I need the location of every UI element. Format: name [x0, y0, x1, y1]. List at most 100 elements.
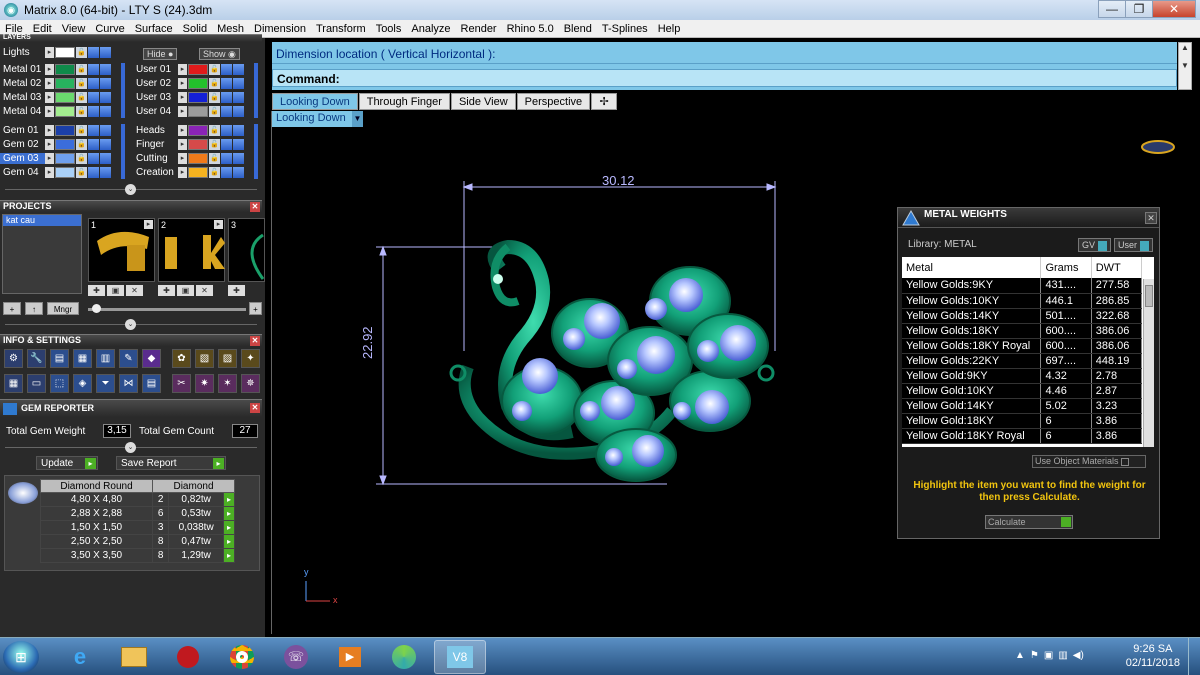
layer-row[interactable]: User 04 ▸ 🔓 [133, 105, 245, 118]
expand-arrow-icon[interactable]: ▸ [45, 153, 54, 164]
lock-icon[interactable]: 🔓 [76, 167, 87, 178]
pave-icon[interactable]: ✵ [241, 374, 260, 393]
expand-arrow-icon[interactable]: ▸ [45, 92, 54, 103]
maximize-button[interactable]: ❐ [1125, 0, 1153, 18]
menu-surface[interactable]: Surface [130, 23, 178, 35]
lock-icon[interactable]: 🔓 [76, 78, 87, 89]
arrow-right-icon[interactable]: ▸ [144, 220, 153, 229]
remove-icon[interactable]: ✕ [196, 285, 213, 296]
volume-icon[interactable]: ◀) [1073, 650, 1084, 661]
menu-tools[interactable]: Tools [371, 23, 407, 35]
table-row[interactable]: 2,88 X 2,88 6 0,53tw ▸ [40, 506, 235, 521]
visibility-toggle[interactable] [88, 106, 99, 117]
visibility-toggle[interactable] [233, 139, 244, 150]
menu-dimension[interactable]: Dimension [249, 23, 311, 35]
layer-row[interactable]: Gem 01 ▸ 🔓 [0, 124, 112, 137]
layer-color-swatch[interactable] [188, 106, 208, 117]
layer-color-swatch[interactable] [55, 167, 75, 178]
close-icon[interactable]: ✕ [250, 202, 260, 212]
layer-row[interactable]: Gem 02 ▸ 🔓 [0, 138, 112, 151]
layer-color-swatch[interactable] [55, 78, 75, 89]
visibility-toggle[interactable] [100, 153, 111, 164]
add-to-scene-icon[interactable]: ✚ [158, 285, 175, 296]
lock-icon[interactable]: 🔓 [209, 78, 220, 89]
use-object-materials-checkbox[interactable]: Use Object Materials [1032, 455, 1146, 468]
show-toggle-button[interactable]: Show ◉ [199, 48, 240, 60]
menu-rhino[interactable]: Rhino 5.0 [502, 23, 559, 35]
visibility-toggle[interactable] [88, 47, 99, 58]
add-project-button[interactable]: + [3, 302, 21, 315]
layer-row[interactable]: Metal 03 ▸ 🔓 [0, 91, 112, 104]
table-row[interactable]: Yellow Golds:9KY 431.... 277.58 [902, 278, 1143, 294]
visibility-toggle[interactable] [221, 167, 232, 178]
visibility-toggle[interactable] [100, 47, 111, 58]
visibility-toggle[interactable] [88, 153, 99, 164]
gem-cut-icon[interactable]: ◈ [73, 374, 92, 393]
visibility-toggle[interactable] [100, 64, 111, 75]
lock-icon[interactable]: 🔓 [209, 167, 220, 178]
visibility-toggle[interactable] [88, 139, 99, 150]
close-icon[interactable]: ✕ [250, 336, 260, 346]
lock-icon[interactable]: 🔓 [209, 106, 220, 117]
report-icon[interactable]: ▤ [142, 374, 161, 393]
expand-arrow-icon[interactable]: ▸ [178, 125, 187, 136]
menu-file[interactable]: File [0, 23, 28, 35]
expand-arrow-icon[interactable]: ▸ [45, 64, 54, 75]
collapse-handle-icon[interactable]: ⌄ [125, 442, 136, 453]
layer-color-swatch[interactable] [188, 125, 208, 136]
menu-tsplines[interactable]: T-Splines [597, 23, 653, 35]
table-scrollbar[interactable] [1143, 279, 1154, 447]
expand-arrow-icon[interactable]: ▸ [178, 106, 187, 117]
layer-color-swatch[interactable] [55, 125, 75, 136]
expand-arrow-icon[interactable]: ▸ [178, 153, 187, 164]
lock-icon[interactable]: 🔓 [76, 47, 87, 58]
cutter-icon[interactable]: ✂ [172, 374, 191, 393]
layer-color-swatch[interactable] [55, 64, 75, 75]
lock-icon[interactable]: 🔓 [76, 106, 87, 117]
table-row[interactable]: 4,80 X 4,80 2 0,82tw ▸ [40, 492, 235, 507]
layer-row-selected[interactable]: Gem 03 ▸ 🔓 [0, 152, 112, 165]
box-icon[interactable]: ⬚ [50, 374, 69, 393]
prong-icon[interactable]: ✶ [218, 374, 237, 393]
matrix-taskbar-icon[interactable]: V8 [434, 640, 486, 674]
filter-icon[interactable]: ⏷ [96, 374, 115, 393]
layer-color-swatch[interactable] [55, 139, 75, 150]
visibility-toggle[interactable] [100, 167, 111, 178]
menu-view[interactable]: View [57, 23, 91, 35]
table-row[interactable]: Yellow Golds:18KY Royal 600.... 386.06 [902, 338, 1143, 354]
media-player-icon[interactable]: ▶ [324, 640, 376, 674]
visibility-toggle[interactable] [221, 106, 232, 117]
expand-arrow-icon[interactable]: ▸ [178, 139, 187, 150]
chrome-icon[interactable] [216, 640, 268, 674]
project-thumbnail[interactable]: 3 [228, 218, 265, 282]
expand-arrow-icon[interactable]: ▸ [45, 125, 54, 136]
menu-help[interactable]: Help [653, 23, 686, 35]
visibility-toggle[interactable] [221, 153, 232, 164]
settings-gear-icon[interactable]: ⚙ [4, 349, 23, 368]
network-icon[interactable]: ▥ [1058, 650, 1067, 661]
table-row[interactable]: 2,50 X 2,50 8 0,47tw ▸ [40, 534, 235, 549]
visibility-toggle[interactable] [221, 78, 232, 89]
network-icon[interactable]: ⋈ [119, 374, 138, 393]
layer-color-swatch[interactable] [188, 139, 208, 150]
start-button-icon[interactable]: ⊞ [3, 641, 39, 673]
project-item[interactable]: kat cau [3, 215, 81, 226]
layer-color-swatch[interactable] [188, 153, 208, 164]
visibility-toggle[interactable] [233, 125, 244, 136]
go-icon[interactable]: ▸ [223, 506, 235, 521]
visibility-toggle[interactable] [88, 78, 99, 89]
visibility-toggle[interactable] [233, 167, 244, 178]
color-app-icon[interactable] [378, 640, 430, 674]
table-row[interactable]: Yellow Golds:22KY 697.... 448.19 [902, 353, 1143, 369]
add-view-tab[interactable]: ✢ [591, 93, 618, 110]
expand-arrow-icon[interactable]: ▸ [178, 64, 187, 75]
update-button[interactable]: Update ▸ [36, 456, 98, 470]
cube-icon[interactable]: ▦ [73, 349, 92, 368]
column-header[interactable]: Grams [1040, 257, 1092, 278]
visibility-toggle[interactable] [88, 167, 99, 178]
menu-curve[interactable]: Curve [90, 23, 129, 35]
layer-row[interactable]: Creation ▸ 🔓 [133, 166, 245, 179]
wrench-icon[interactable]: 🔧 [27, 349, 46, 368]
table-row[interactable]: Yellow Gold:18KY Royal 6 3.86 [902, 428, 1143, 444]
tab-perspective[interactable]: Perspective [516, 93, 591, 110]
